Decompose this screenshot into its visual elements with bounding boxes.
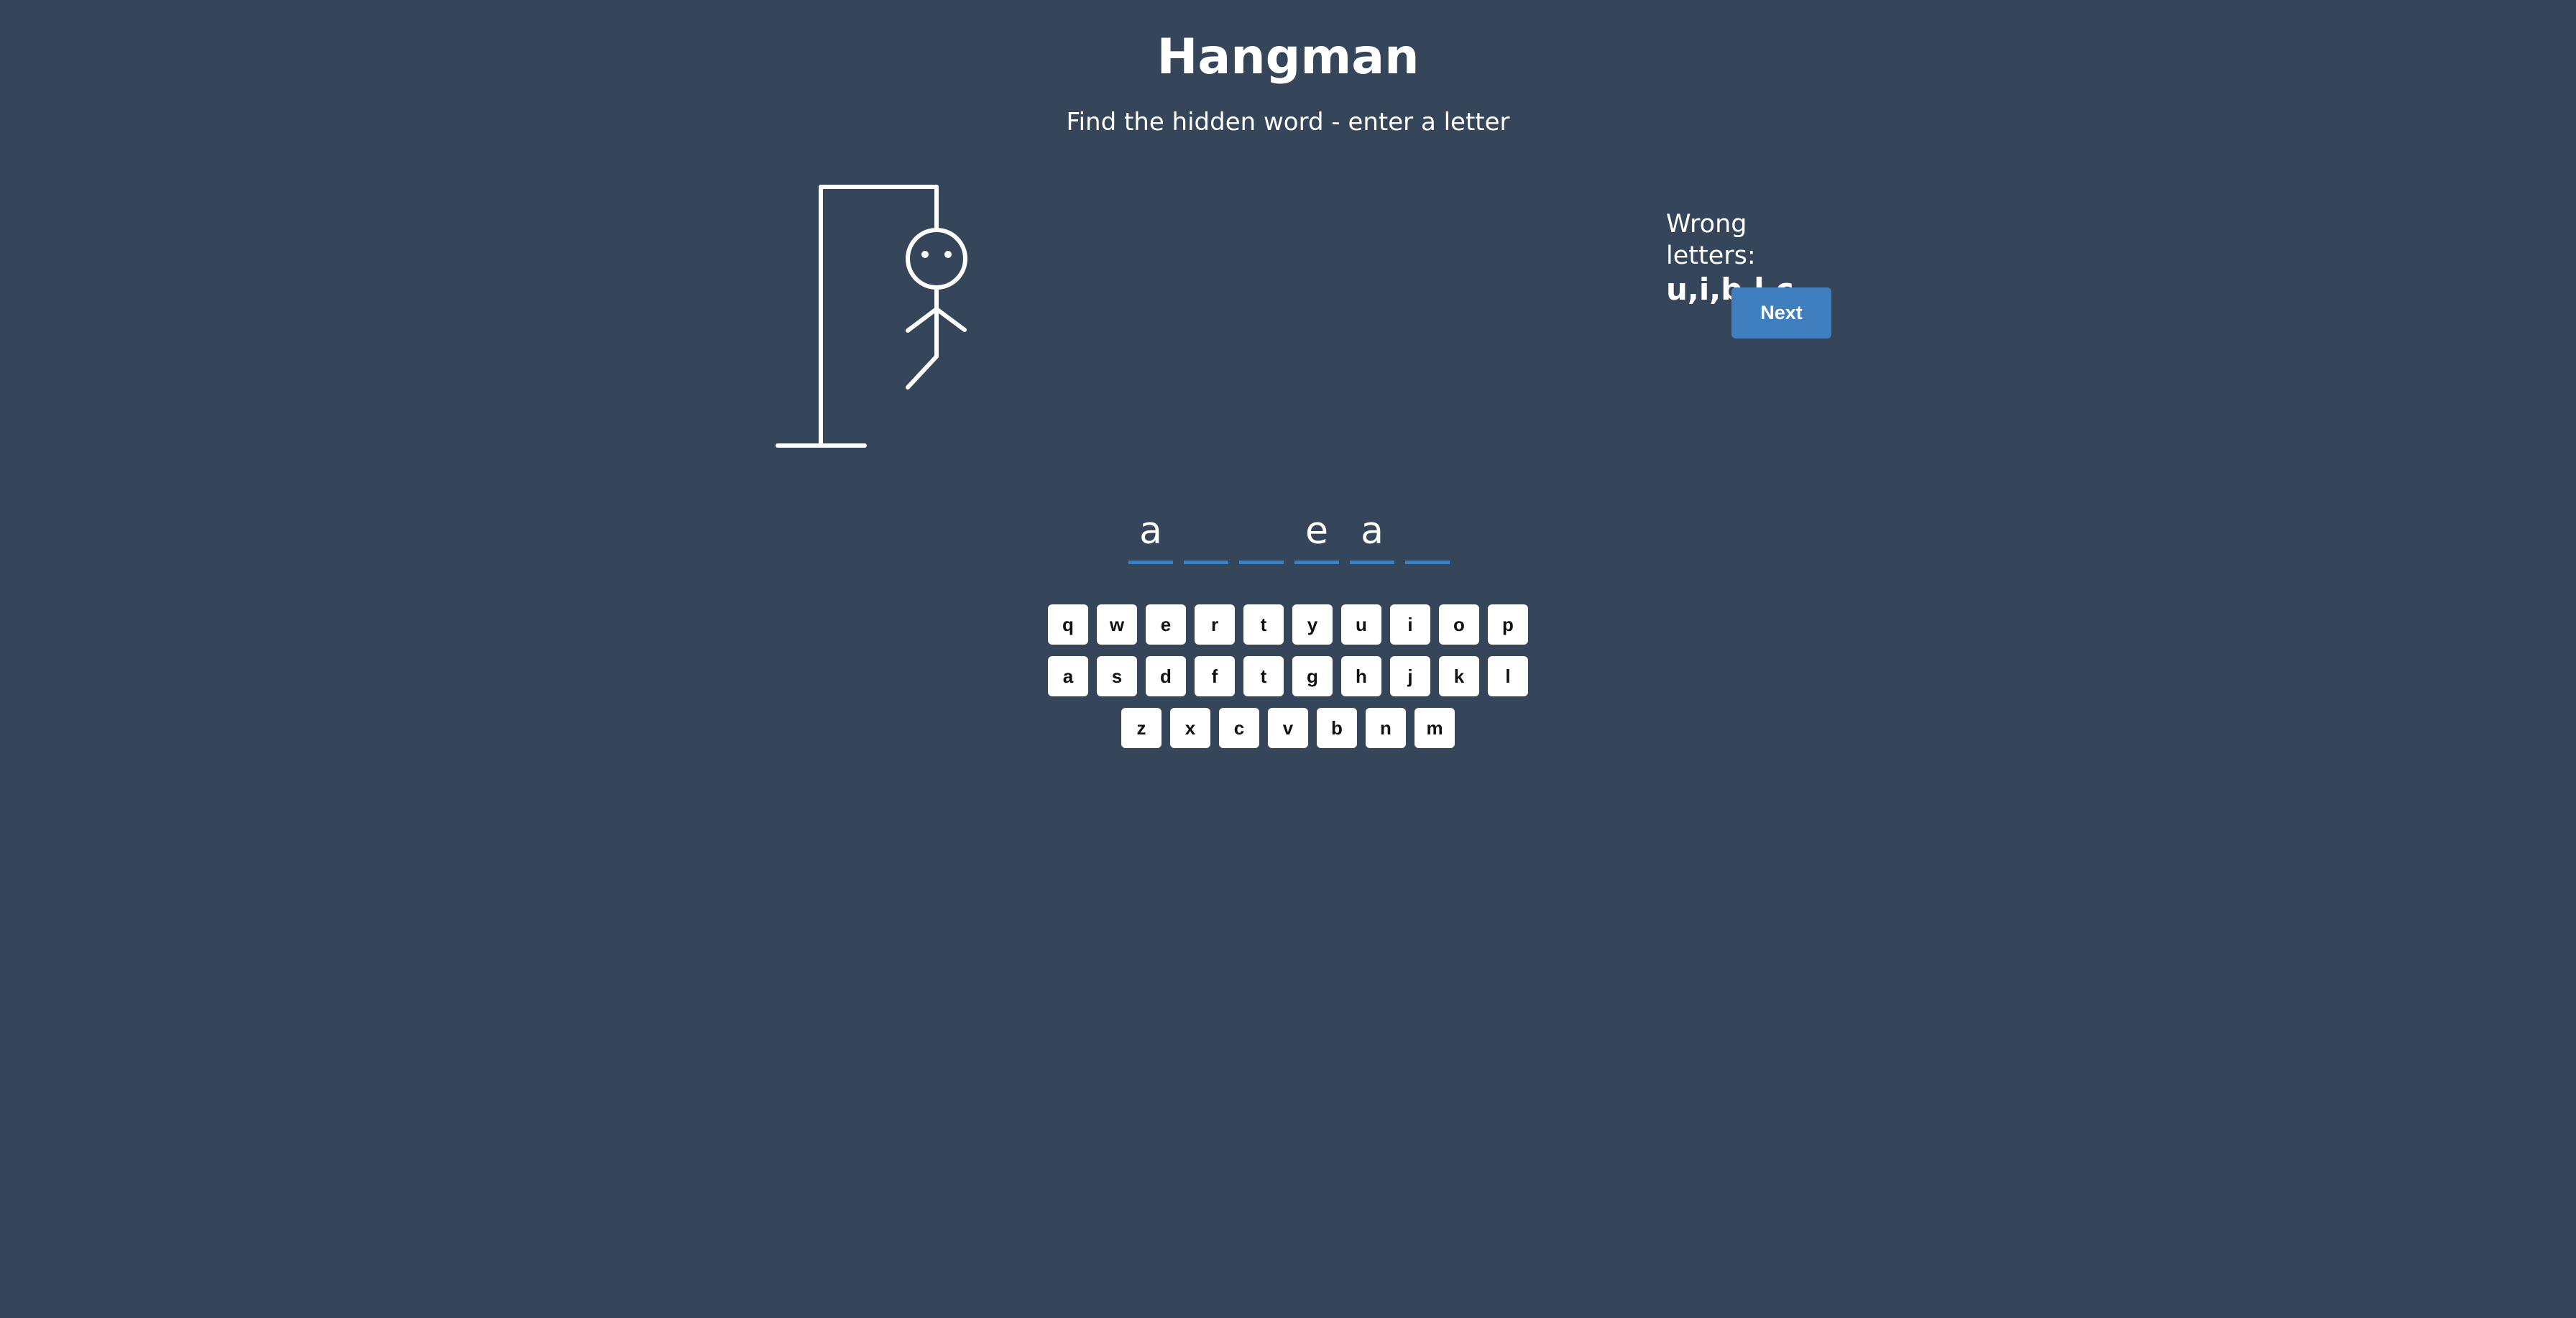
word-letter-slot: a [1350,503,1394,564]
key-s[interactable]: s [1097,656,1137,696]
word-letter-slot: e [1294,503,1339,564]
key-q[interactable]: q [1048,604,1088,645]
keyboard-row-1: q w e r t y u i o p [0,604,2576,645]
hangman-left-arm [906,307,939,333]
key-u[interactable]: u [1341,604,1381,645]
key-m[interactable]: m [1414,708,1455,748]
key-t[interactable]: t [1243,604,1284,645]
keyboard-row-3: z x c v b n m [0,708,2576,748]
key-p[interactable]: p [1488,604,1528,645]
word-letter-slot: a [1128,503,1173,564]
key-b[interactable]: b [1317,708,1357,748]
word-letter-slot [1184,503,1228,564]
hidden-word: a e a [1128,503,1450,564]
key-k[interactable]: k [1439,656,1479,696]
key-n[interactable]: n [1366,708,1406,748]
page-title: Hangman [1156,29,1420,86]
key-i[interactable]: i [1390,604,1430,645]
key-y[interactable]: y [1292,604,1333,645]
keyboard-row-2: a s d f t g h j k l [0,656,2576,696]
key-g[interactable]: g [1292,656,1333,696]
word-letter-slot [1239,503,1284,564]
key-h[interactable]: h [1341,656,1381,696]
hangman-left-leg [906,354,939,390]
hangman-head [906,228,967,290]
on-screen-keyboard: q w e r t y u i o p a s d f t g h j k l … [0,604,2576,760]
hangman-right-arm [934,307,967,332]
word-letter-slot [1405,503,1450,564]
key-f[interactable]: f [1195,656,1235,696]
page-subtitle: Find the hidden word - enter a letter [1066,108,1510,137]
next-button[interactable]: Next [1731,287,1831,338]
hangman-left-eye [921,251,929,258]
key-a[interactable]: a [1048,656,1088,696]
key-o[interactable]: o [1439,604,1479,645]
key-l[interactable]: l [1488,656,1528,696]
key-w[interactable]: w [1097,604,1137,645]
key-v[interactable]: v [1268,708,1308,748]
key-c[interactable]: c [1219,708,1259,748]
hangman-drawing [776,185,967,448]
key-x[interactable]: x [1170,708,1210,748]
key-j[interactable]: j [1390,656,1430,696]
key-d[interactable]: d [1146,656,1186,696]
key-e[interactable]: e [1146,604,1186,645]
wrong-letters-label: Wrong letters: [1666,210,1756,270]
key-r[interactable]: r [1195,604,1235,645]
key-z[interactable]: z [1121,708,1162,748]
key-t[interactable]: t [1243,656,1284,696]
hangman-right-eye [944,251,952,258]
